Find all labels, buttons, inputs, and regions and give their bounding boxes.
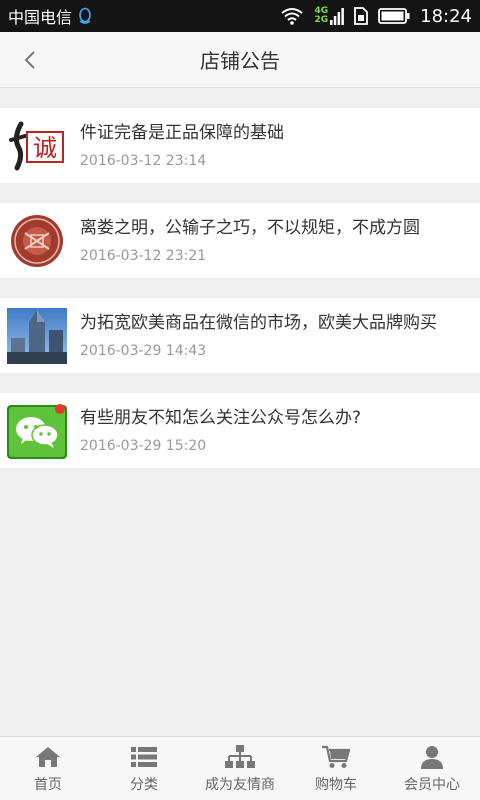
tab-category[interactable]: 分类 (96, 737, 192, 800)
user-icon (420, 744, 444, 770)
notice-text: 有些朋友不知怎么关注公众号怎么办? 2016-03-29 15:20 (80, 406, 480, 456)
wifi-icon (280, 7, 304, 25)
tab-home[interactable]: 首页 (0, 737, 96, 800)
header-bar: 店铺公告 (0, 32, 480, 88)
seal-text: 诚 (33, 134, 57, 162)
notice-list: 诚 件证完备是正品保障的基础 2016-03-12 23:14 离娄之明，公输子… (0, 108, 480, 488)
notice-thumbnail (7, 307, 67, 364)
signal-icon (330, 7, 345, 25)
notice-text: 离娄之明，公输子之巧，不以规矩，不成方圆 2016-03-12 23:21 (80, 216, 480, 266)
notice-title: 离娄之明，公输子之巧，不以规矩，不成方圆 (80, 217, 420, 238)
notice-date: 2016-03-29 14:43 (80, 342, 207, 359)
status-left: 中国电信 (8, 4, 92, 28)
notice-title: 有些朋友不知怎么关注公众号怎么办? (80, 407, 362, 428)
notice-text: 为拓宽欧美商品在微信的市场，欧美大品牌购买 2016-03-29 14:43 (80, 311, 480, 361)
bottom-tab-bar: 首页 分类 成为友情商 购物车 会员中心 (0, 736, 480, 800)
battery-icon (378, 8, 410, 24)
notice-item[interactable]: 诚 件证完备是正品保障的基础 2016-03-12 23:14 (0, 108, 480, 183)
clock: 18:24 (420, 5, 472, 27)
network-indicator: 4G 2G (314, 7, 345, 25)
notice-thumbnail (7, 212, 67, 269)
notice-text: 件证完备是正品保障的基础 2016-03-12 23:14 (80, 121, 480, 171)
net-type-bottom: 2G (314, 15, 329, 25)
notice-item[interactable]: 为拓宽欧美商品在微信的市场，欧美大品牌购买 2016-03-29 14:43 (0, 298, 480, 373)
notice-item[interactable]: 有些朋友不知怎么关注公众号怎么办? 2016-03-29 15:20 (0, 393, 480, 468)
tab-label: 首页 (34, 776, 62, 793)
status-right: 4G 2G 18:24 (280, 6, 472, 27)
home-icon (35, 744, 61, 770)
qq-icon (78, 7, 92, 25)
list-icon (131, 744, 157, 770)
wechat-thumbnail (7, 402, 67, 459)
notice-title: 件证完备是正品保障的基础 (80, 122, 284, 143)
tab-label: 分类 (130, 776, 158, 793)
notice-thumbnail: 诚 (7, 117, 67, 174)
tab-become-partner[interactable]: 成为友情商 (192, 737, 288, 800)
network-labels: 4G 2G (314, 7, 328, 25)
tab-label: 购物车 (315, 776, 357, 793)
notice-date: 2016-03-12 23:21 (80, 247, 207, 264)
tab-cart[interactable]: 购物车 (288, 737, 384, 800)
status-bar: 中国电信 4G 2G 18:24 (0, 0, 480, 32)
notice-title: 为拓宽欧美商品在微信的市场，欧美大品牌购买 (80, 312, 437, 333)
notice-date: 2016-03-29 15:20 (80, 437, 207, 454)
back-button[interactable] (10, 40, 50, 80)
tab-label: 会员中心 (404, 776, 460, 793)
carrier-label: 中国电信 (8, 8, 73, 27)
tab-label: 成为友情商 (205, 776, 275, 793)
notice-item[interactable]: 离娄之明，公输子之巧，不以规矩，不成方圆 2016-03-12 23:21 (0, 203, 480, 278)
sim-card-icon (354, 7, 369, 25)
tab-member-center[interactable]: 会员中心 (384, 737, 480, 800)
notice-date: 2016-03-12 23:14 (80, 152, 207, 169)
page-title: 店铺公告 (200, 49, 280, 73)
chevron-left-icon (24, 51, 35, 69)
cart-icon (322, 744, 350, 770)
sitemap-icon (225, 744, 255, 770)
